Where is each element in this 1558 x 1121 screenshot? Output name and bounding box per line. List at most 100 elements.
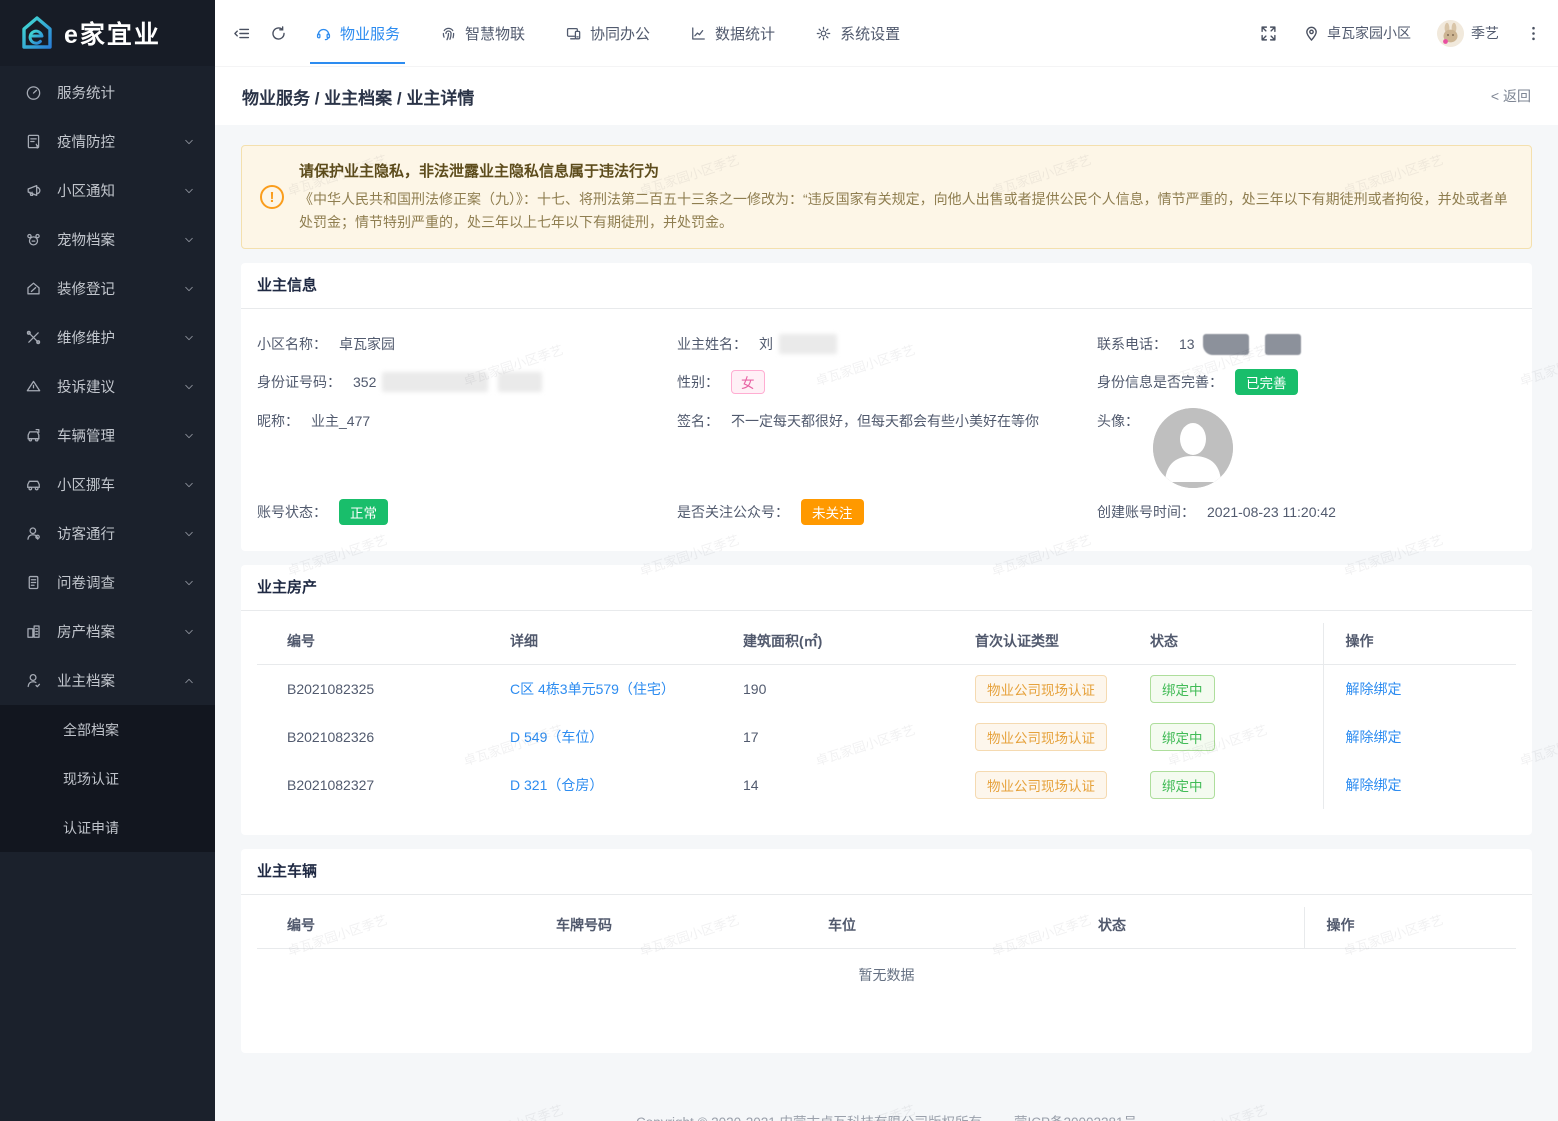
- topbar-right: 卓瓦家园小区 季艺: [1260, 20, 1542, 47]
- redacted-phone: [1203, 334, 1249, 355]
- epidemic-doc-icon: [25, 133, 43, 151]
- field-signature: 签名： 不一定每天都很好，但每天都会有些小美好在等你: [677, 401, 1097, 495]
- empty-data-text: 暂无数据: [257, 948, 1516, 1027]
- column-header: 详细: [510, 623, 743, 665]
- parking-car-icon: [25, 427, 43, 445]
- sidebar-item-label: 宠物档案: [57, 229, 115, 250]
- sidebar-item-9[interactable]: 访客通行: [0, 509, 215, 558]
- property-detail-link[interactable]: D 549（车位）: [510, 729, 603, 745]
- tab-property-service[interactable]: 物业服务: [315, 0, 400, 66]
- account-status-badge: 正常: [339, 499, 388, 525]
- property-table: 编号详细建筑面积(㎡)首次认证类型状态操作 B2021082325 C区 4栋3…: [257, 623, 1516, 809]
- bind-status-badge: 绑定中: [1150, 675, 1215, 703]
- empty-row: 暂无数据: [257, 948, 1516, 1027]
- community-switcher[interactable]: 卓瓦家园小区: [1303, 23, 1411, 43]
- main-area: 物业服务 智慧物联 协同办公 数据统计 系统设置 卓瓦家园小区: [215, 0, 1558, 1121]
- privacy-warning-banner: ! 请保护业主隐私，非法泄露业主隐私信息属于违法行为 《中华人民共和国刑法修正案…: [241, 145, 1532, 249]
- field-owner-name: 业主姓名： 刘: [677, 325, 1097, 363]
- tab-label: 系统设置: [840, 23, 900, 44]
- refresh-icon[interactable]: [270, 25, 287, 42]
- column-header: 操作: [1304, 907, 1516, 949]
- property-id: B2021082327: [257, 761, 510, 809]
- auth-type-badge: 物业公司现场认证: [975, 723, 1107, 751]
- tab-label: 数据统计: [715, 23, 775, 44]
- table-header-row: 编号详细建筑面积(㎡)首次认证类型状态操作: [257, 623, 1516, 665]
- owner-info-grid: 小区名称： 卓瓦家园 业主姓名： 刘 联系电话： 13: [241, 309, 1532, 551]
- more-dots-icon[interactable]: [1525, 25, 1542, 42]
- unbind-button[interactable]: 解除绑定: [1346, 729, 1402, 745]
- repair-tools-icon: [25, 329, 43, 347]
- property-area: 17: [743, 713, 975, 761]
- unbind-button[interactable]: 解除绑定: [1346, 777, 1402, 793]
- user-avatar: [1437, 20, 1464, 47]
- column-header: 首次认证类型: [975, 623, 1150, 665]
- sidebar-submenu: 全部档案现场认证认证申请: [0, 705, 215, 852]
- field-avatar: 头像：: [1097, 401, 1516, 495]
- owner-vehicle-title: 业主车辆: [241, 849, 1532, 895]
- sidebar-item-11[interactable]: 房产档案: [0, 607, 215, 656]
- fullscreen-icon[interactable]: [1260, 25, 1277, 42]
- topbar: 物业服务 智慧物联 协同办公 数据统计 系统设置 卓瓦家园小区: [215, 0, 1558, 66]
- sidebar-item-4[interactable]: 装修登记: [0, 264, 215, 313]
- copyright-text: Copyright © 2020-2021 内蒙古卓瓦科技有限公司版权所有: [636, 1111, 982, 1121]
- page-content: 卓瓦家园小区季艺卓瓦家园小区季艺卓瓦家园小区季艺卓瓦家园小区季艺卓瓦家园小区季艺…: [215, 125, 1558, 1121]
- chevron-down-icon: [183, 136, 195, 148]
- tab-collab-office[interactable]: 协同办公: [565, 0, 650, 66]
- gear-icon: [815, 25, 832, 42]
- table-header-row: 编号车牌号码车位状态操作: [257, 907, 1516, 949]
- owner-avatar: [1153, 408, 1233, 488]
- column-header: 编号: [257, 907, 556, 949]
- tab-smart-iot[interactable]: 智慧物联: [440, 0, 525, 66]
- sidebar-item-0[interactable]: 服务统计: [0, 68, 215, 117]
- tab-system-settings[interactable]: 系统设置: [815, 0, 900, 66]
- pet-icon: [25, 231, 43, 249]
- field-account-status: 账号状态： 正常: [257, 495, 677, 529]
- chevron-down-icon: [183, 577, 195, 589]
- tab-label: 物业服务: [340, 23, 400, 44]
- breadcrumb-row: 物业服务 / 业主档案 / 业主详情 < 返回: [215, 66, 1558, 125]
- property-detail-link[interactable]: D 321（仓房）: [510, 777, 603, 793]
- bind-status-badge: 绑定中: [1150, 771, 1215, 799]
- sidebar-item-3[interactable]: 宠物档案: [0, 215, 215, 264]
- sidebar-subitem-2[interactable]: 认证申请: [0, 803, 215, 852]
- user-menu[interactable]: 季艺: [1437, 20, 1499, 47]
- sidebar-item-10[interactable]: 问卷调查: [0, 558, 215, 607]
- sidebar-item-2[interactable]: 小区通知: [0, 166, 215, 215]
- icp-text: 蒙ICP备20002281号: [1014, 1111, 1137, 1121]
- column-header: 车牌号码: [556, 907, 828, 949]
- chevron-down-icon: [183, 479, 195, 491]
- owner-property-title: 业主房产: [241, 565, 1532, 611]
- menu-fold-icon[interactable]: [233, 25, 250, 42]
- column-header: 操作: [1323, 623, 1516, 665]
- fingerprint-icon: [440, 25, 457, 42]
- owner-info-title: 业主信息: [241, 263, 1532, 309]
- table-row: B2021082327 D 321（仓房） 14 物业公司现场认证 绑定中 解除…: [257, 761, 1516, 809]
- sidebar-item-6[interactable]: 投诉建议: [0, 362, 215, 411]
- owner-icon: [25, 672, 43, 690]
- user-name: 季艺: [1471, 23, 1499, 43]
- sidebar-item-label: 投诉建议: [57, 376, 115, 397]
- tab-data-stats[interactable]: 数据统计: [690, 0, 775, 66]
- unbind-button[interactable]: 解除绑定: [1346, 681, 1402, 697]
- sidebar-item-label: 业主档案: [57, 670, 115, 691]
- headset-icon: [315, 25, 332, 42]
- gender-badge: 女: [731, 370, 765, 394]
- field-identity-complete: 身份信息是否完善： 已完善: [1097, 363, 1516, 401]
- property-table-container: 编号详细建筑面积(㎡)首次认证类型状态操作 B2021082325 C区 4栋3…: [241, 611, 1532, 835]
- megaphone-icon: [25, 182, 43, 200]
- sidebar-item-8[interactable]: 小区挪车: [0, 460, 215, 509]
- property-detail-link[interactable]: C区 4栋3单元579（住宅）: [510, 681, 675, 697]
- redacted-id: [498, 372, 542, 392]
- field-community: 小区名称： 卓瓦家园: [257, 325, 677, 363]
- sidebar-item-1[interactable]: 疫情防控: [0, 117, 215, 166]
- page-footer: Copyright © 2020-2021 内蒙古卓瓦科技有限公司版权所有 蒙I…: [241, 1111, 1532, 1121]
- sidebar-item-12[interactable]: 业主档案: [0, 656, 215, 705]
- sidebar-item-label: 小区通知: [57, 180, 115, 201]
- sidebar-subitem-1[interactable]: 现场认证: [0, 754, 215, 803]
- logo-text: e家宜业: [64, 15, 161, 51]
- back-button[interactable]: < 返回: [1491, 86, 1531, 106]
- vehicle-table: 编号车牌号码车位状态操作 暂无数据: [257, 907, 1516, 1027]
- sidebar-subitem-0[interactable]: 全部档案: [0, 705, 215, 754]
- sidebar-item-7[interactable]: 车辆管理: [0, 411, 215, 460]
- sidebar-item-5[interactable]: 维修维护: [0, 313, 215, 362]
